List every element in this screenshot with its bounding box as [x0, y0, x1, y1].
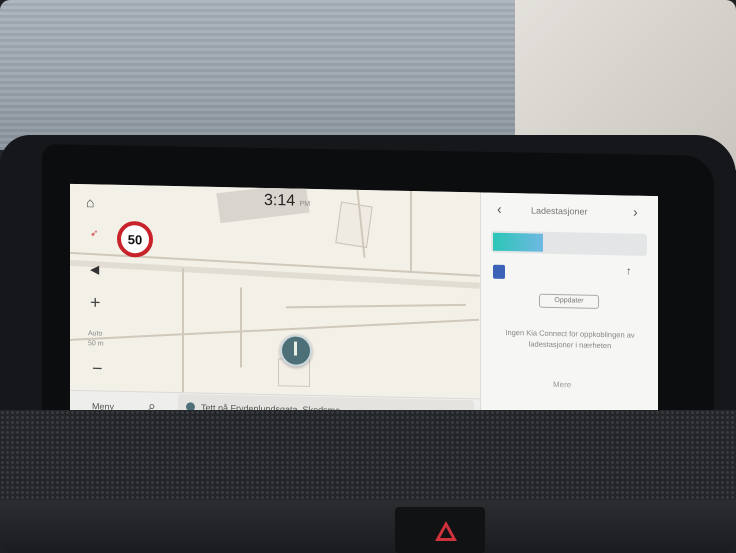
- charging-station-marker[interactable]: [280, 334, 312, 367]
- clock-time: 3:14: [264, 191, 296, 210]
- map-road: [182, 268, 184, 393]
- hazard-icon: [435, 521, 457, 541]
- panel-message: Ingen Kia Connect for oppkoblingen av la…: [505, 327, 635, 351]
- photo-frame: ⌂ 3:14 PM 50 ➶ ◀ + Auto 50 m − Meny ⌕ Te…: [0, 0, 736, 553]
- ev-station-icon: [493, 264, 505, 279]
- zoom-mode: Auto: [88, 330, 103, 338]
- infotainment-screen: ⌂ 3:14 PM 50 ➶ ◀ + Auto 50 m − Meny ⌕ Te…: [70, 183, 658, 433]
- map-building: [335, 201, 373, 249]
- map-road: [285, 303, 466, 309]
- speaker-mesh: [0, 410, 736, 510]
- home-icon[interactable]: ⌂: [86, 194, 94, 210]
- map-view[interactable]: ⌂ 3:14 PM 50 ➶ ◀ + Auto 50 m − Meny ⌕ Te…: [70, 183, 480, 430]
- more-link[interactable]: Mere: [553, 380, 571, 389]
- next-arrow-icon[interactable]: ›: [633, 204, 638, 220]
- refresh-button[interactable]: Oppdater: [539, 293, 599, 309]
- speed-limit-sign: 50: [117, 220, 153, 258]
- charging-panel: ‹ Ladestasjoner › ↑ Oppdater Ingen Kia C…: [480, 192, 658, 433]
- battery-gauge: [491, 230, 647, 256]
- prev-arrow-icon[interactable]: ‹: [497, 201, 502, 217]
- dash-vent: [0, 500, 736, 553]
- north-arrow-icon: ↑: [626, 265, 632, 278]
- garage-door: [0, 0, 520, 150]
- zoom-out-button[interactable]: −: [92, 358, 103, 379]
- clock: 3:14 PM: [264, 192, 310, 211]
- clock-suffix: PM: [299, 200, 311, 208]
- battery-fill: [493, 232, 543, 252]
- speed-limit-value: 50: [127, 231, 143, 247]
- zoom-in-button[interactable]: +: [90, 292, 101, 313]
- volume-icon[interactable]: ◀: [90, 262, 99, 276]
- compass-icon[interactable]: ➶: [90, 228, 98, 239]
- map-road: [240, 287, 242, 368]
- map-road: [70, 318, 480, 341]
- zoom-scale: 50 m: [88, 340, 104, 348]
- map-road: [410, 190, 412, 272]
- panel-title: Ladestasjoner: [531, 205, 588, 217]
